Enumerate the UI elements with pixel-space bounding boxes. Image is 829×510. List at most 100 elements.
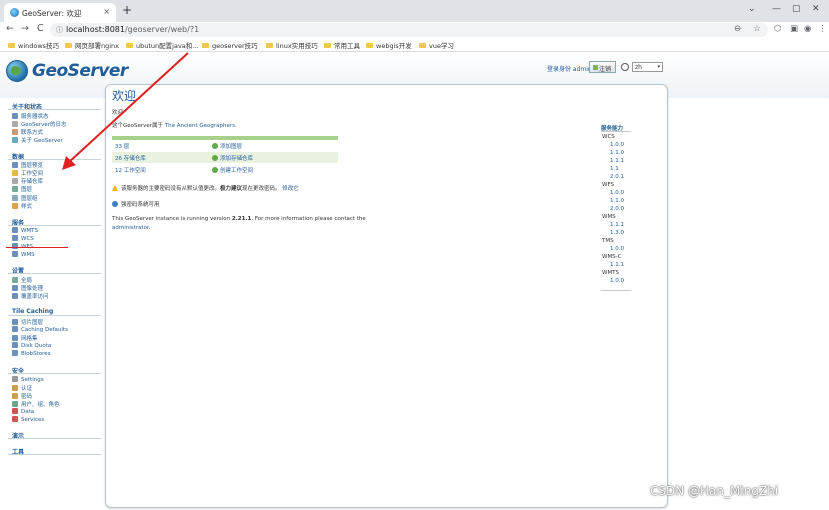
sidebar-item-caching-defaults[interactable]: Caching Defaults xyxy=(12,326,68,333)
logo-text: GeoServer xyxy=(32,61,128,81)
layer-group-icon xyxy=(12,195,18,201)
browser-tab[interactable]: GeoServer: 欢迎 × xyxy=(4,3,116,22)
capability-version-link[interactable]: 2.0.0 xyxy=(610,206,624,212)
stores-count-link[interactable]: 26 存储仓库 xyxy=(115,154,146,162)
contact-icon xyxy=(12,129,18,135)
bookmark-item[interactable]: 常用工具 xyxy=(324,40,360,50)
caching-icon xyxy=(12,326,18,332)
capability-version-link[interactable]: 1.0.0 xyxy=(610,278,624,284)
bookmark-item[interactable]: ubutun配置java和... xyxy=(126,40,198,50)
sidebar-item-layer-preview[interactable]: 图层预览 xyxy=(12,161,43,169)
sidebar-item-coverage-access[interactable]: 覆盖率访问 xyxy=(12,292,49,300)
close-tab-icon[interactable]: × xyxy=(103,7,110,16)
organization-link[interactable]: The Ancient Geographers xyxy=(165,123,235,129)
capability-version-link[interactable]: 1.0.0 xyxy=(610,142,624,148)
address-bar[interactable]: ⓘ localhost:8081/geoserver/web/?1 xyxy=(50,23,768,37)
sidebar-item-passwords[interactable]: 密码 xyxy=(12,392,32,400)
capability-version-link[interactable]: 1.1 xyxy=(610,166,619,172)
capability-version-link[interactable]: 1.0.0 xyxy=(610,246,624,252)
bookmark-item[interactable]: vue学习 xyxy=(419,40,454,50)
star-icon[interactable]: ☆ xyxy=(753,24,761,34)
sidebar-item-blobstores[interactable]: BlobStores xyxy=(12,350,51,357)
capability-version-link[interactable]: 1.1.1 xyxy=(610,222,624,228)
forward-button[interactable]: → xyxy=(21,23,29,34)
back-button[interactable]: ← xyxy=(6,23,14,34)
extensions-icon[interactable]: ⬡ xyxy=(774,24,781,34)
create-workspace-link[interactable]: 创建工作空间 xyxy=(212,166,253,174)
warning-icon xyxy=(112,185,118,191)
geoserver-page: GeoServer 登录身份 admin. 注销 zh ▾ 关于和状态 服务器状… xyxy=(0,52,829,510)
password-warning: 该服务器的主要密码没有从默认值更改。极力建议现在更改密码。 修改它 xyxy=(112,184,299,192)
sidebar-item-logs[interactable]: GeoServer的日志 xyxy=(12,120,67,128)
sidebar-item-service-security[interactable]: Services xyxy=(12,416,44,423)
add-store-link[interactable]: 添加存储仓库 xyxy=(212,154,253,162)
log-icon xyxy=(12,121,18,127)
close-window-button[interactable]: ✕ xyxy=(812,4,820,14)
capability-service-wms-c: WMS-C xyxy=(602,254,622,260)
divider xyxy=(601,131,631,132)
sidebar-item-jai[interactable]: 图像处理 xyxy=(12,284,43,292)
administrator-link[interactable]: administrator xyxy=(112,225,149,231)
change-password-link[interactable]: 修改它 xyxy=(282,186,299,192)
minimize-button[interactable]: — xyxy=(772,4,781,14)
capability-version-link[interactable]: 2.0.1 xyxy=(610,174,624,180)
sidebar-item-wcs[interactable]: WCS xyxy=(12,235,34,242)
sidebar-item-gridsets[interactable]: 网格集 xyxy=(12,334,38,342)
sidebar-item-layers[interactable]: 图层 xyxy=(12,185,32,193)
bookmark-item[interactable]: linux实用技巧 xyxy=(266,40,318,50)
sidebar-item-stores[interactable]: 存储仓库 xyxy=(12,177,43,185)
global-icon xyxy=(12,277,18,283)
logout-button[interactable]: 注销 xyxy=(589,61,616,73)
sidebar-section-title: Tile Caching xyxy=(12,308,54,315)
bookmark-item[interactable]: webgis开发 xyxy=(366,40,412,50)
new-tab-button[interactable]: + xyxy=(122,3,132,17)
reload-button[interactable]: C xyxy=(37,23,44,34)
logout-icon xyxy=(593,65,598,70)
capability-version-link[interactable]: 1.1.0 xyxy=(610,198,624,204)
sidebar-item-layer-groups[interactable]: 图层组 xyxy=(12,194,38,202)
sidebar-item-data-security[interactable]: Data xyxy=(12,408,34,415)
add-layer-link[interactable]: 添加图层 xyxy=(212,142,242,150)
maximize-button[interactable]: ▢ xyxy=(792,4,801,14)
sidebar-item-wmts[interactable]: WMTS xyxy=(12,227,38,234)
bookmark-item[interactable]: 网页部署nginx xyxy=(65,40,119,50)
capability-version-link[interactable]: 1.3.0 xyxy=(610,230,624,236)
capability-service-wfs: WFS xyxy=(602,182,614,188)
menu-icon[interactable]: ⋮ xyxy=(818,24,827,34)
divider xyxy=(8,109,101,110)
sidebar-item-security-settings[interactable]: Settings xyxy=(12,376,44,383)
sidebar-item-users-groups-roles[interactable]: 用户、组、角色 xyxy=(12,400,60,408)
capability-version-link[interactable]: 1.1.1 xyxy=(610,262,624,268)
site-info-icon[interactable]: ⓘ xyxy=(56,25,63,35)
tab-search-icon[interactable]: ⌄ xyxy=(748,4,756,14)
sidebar-item-wms[interactable]: WMS xyxy=(12,251,35,258)
sidebar-item-authentication[interactable]: 认证 xyxy=(12,384,32,392)
stats-row-layers: 33 层 添加图层 xyxy=(112,140,338,151)
capability-version-link[interactable]: 1.1.1 xyxy=(610,158,624,164)
sidepanel-icon[interactable]: ▣ xyxy=(790,24,798,34)
layers-count-link[interactable]: 33 层 xyxy=(115,142,129,150)
service-icon xyxy=(12,235,18,241)
bookmark-item[interactable]: windows技巧 xyxy=(8,40,59,50)
divider xyxy=(8,438,101,439)
sidebar-item-tile-layers[interactable]: 切片图层 xyxy=(12,318,43,326)
workspaces-count-link[interactable]: 12 工作空间 xyxy=(115,166,146,174)
zoom-icon[interactable]: ⊖ xyxy=(734,24,741,34)
sidebar-item-about[interactable]: 关于 GeoServer xyxy=(12,136,63,144)
bookmark-item[interactable]: geoserver技巧 xyxy=(202,40,258,50)
sidebar-item-workspaces[interactable]: 工作空间 xyxy=(12,169,43,177)
globe-logo-icon xyxy=(6,60,28,82)
sidebar-item-server-status[interactable]: 服务器状态 xyxy=(12,112,49,120)
capability-version-link[interactable]: 1.1.0 xyxy=(610,150,624,156)
bookmarks-bar: windows技巧 网页部署nginx ubutun配置java和... geo… xyxy=(0,38,829,52)
sidebar-item-contact[interactable]: 联系方式 xyxy=(12,128,43,136)
sidebar-item-global[interactable]: 全局 xyxy=(12,276,32,284)
browser-toolbar: ← → C ⓘ localhost:8081/geoserver/web/?1 … xyxy=(0,22,829,38)
sidebar-item-styles[interactable]: 样式 xyxy=(12,202,32,210)
tile-layers-icon xyxy=(12,319,18,325)
language-select[interactable]: zh ▾ xyxy=(632,62,663,72)
profile-icon[interactable]: ◉ xyxy=(804,24,811,34)
divider xyxy=(8,454,101,455)
capability-version-link[interactable]: 1.0.0 xyxy=(610,190,624,196)
sidebar-item-disk-quota[interactable]: Disk Quota xyxy=(12,342,51,349)
